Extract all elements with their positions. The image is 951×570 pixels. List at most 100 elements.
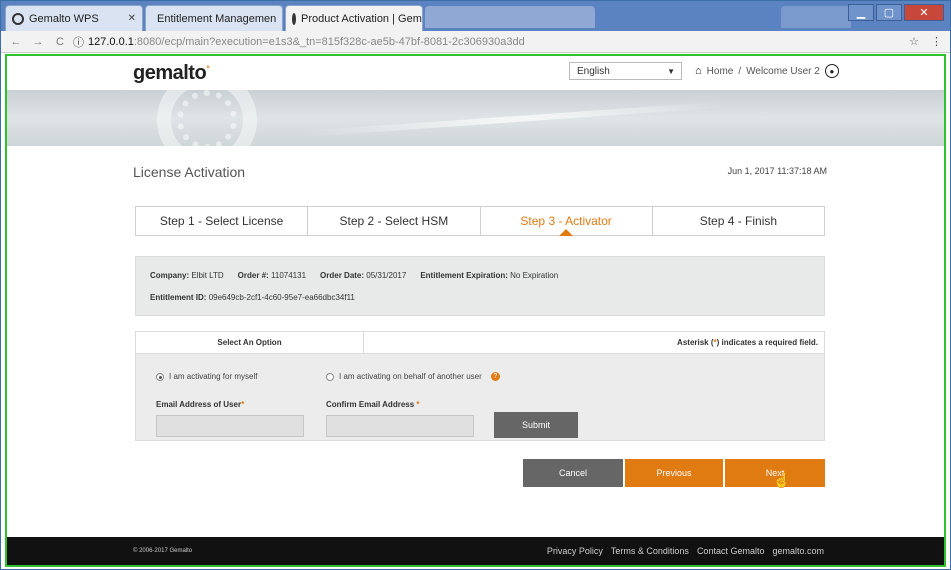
activation-options-panel: Select An Option Asterisk (*) indicates …: [135, 331, 825, 441]
expiration-info: Entitlement Expiration: No Expiration: [420, 271, 558, 280]
menu-kebab-icon[interactable]: ⋮: [931, 35, 942, 48]
page-datetime: Jun 1, 2017 11:37:18 AM: [727, 166, 827, 176]
order-label: Order #:: [237, 271, 269, 280]
reload-icon[interactable]: C: [53, 36, 67, 48]
tab-entitlement-management[interactable]: Entitlement Managemen ✕: [145, 5, 283, 31]
gemalto-favicon-icon: [12, 12, 24, 25]
required-star: *: [241, 400, 245, 409]
close-tab-icon[interactable]: ✕: [128, 13, 136, 24]
welcome-text[interactable]: Welcome User 2: [746, 66, 820, 77]
confirm-email-label: Confirm Email Address *: [326, 400, 420, 409]
tab-product-activation[interactable]: Product Activation | Gem ✕: [285, 5, 423, 31]
chevron-down-icon: ▼: [667, 66, 675, 76]
radio-activate-self[interactable]: I am activating for myself: [156, 372, 257, 381]
tab-gemalto-wps[interactable]: Gemalto WPS ✕: [5, 5, 143, 31]
url-field[interactable]: ⓘ 127.0.0.1:8080/ecp/main?execution=e1s3…: [73, 34, 525, 50]
radio-unselected-icon[interactable]: [326, 372, 334, 381]
breadcrumb-separator: /: [738, 65, 742, 77]
cancel-button[interactable]: Cancel: [523, 459, 623, 487]
back-icon[interactable]: ←: [9, 36, 23, 48]
company-label: Company:: [150, 271, 190, 280]
tab-title: Gemalto WPS: [29, 12, 99, 25]
home-link[interactable]: Home: [707, 66, 734, 77]
order-date-info: Order Date: 05/31/2017: [320, 271, 406, 280]
close-tab-icon[interactable]: ✕: [281, 13, 282, 24]
help-question-icon[interactable]: ?: [490, 372, 500, 381]
forward-icon[interactable]: →: [31, 36, 45, 48]
banner-streak-decoration: [307, 101, 727, 137]
profile-area: [781, 6, 851, 28]
email-label: Email Address of User*: [156, 400, 244, 409]
select-option-heading: Select An Option: [136, 332, 364, 353]
hero-banner: [7, 90, 944, 146]
order-date-value: 05/31/2017: [366, 271, 407, 280]
site-footer: © 2006-2017 Gemalto Privacy Policy Terms…: [7, 537, 944, 565]
footer-link-privacy[interactable]: Privacy Policy: [547, 546, 603, 556]
site-header: gemalto° English ▼ ⌂ Home / Welcome User…: [7, 56, 944, 90]
entitlement-id-value: 09e649cb-2cf1-4c60-95e7-ea66dbc34f11: [208, 293, 355, 302]
breadcrumb: ⌂ Home / Welcome User 2 ●: [695, 64, 839, 78]
order-info-panel: Company: Elbit LTD Order #: 11074131 Ord…: [135, 256, 825, 316]
home-icon[interactable]: ⌂: [695, 65, 702, 77]
bookmark-star-icon[interactable]: ☆: [909, 35, 919, 48]
language-select[interactable]: English ▼: [569, 62, 682, 80]
previous-button[interactable]: Previous: [625, 459, 723, 487]
entitlement-info: Entitlement ID: 09e649cb-2cf1-4c60-95e7-…: [150, 293, 810, 302]
tab-title: Product Activation | Gem: [301, 12, 422, 25]
banner-dots-decoration: [177, 90, 237, 146]
step-2-select-hsm[interactable]: Step 2 - Select HSM: [308, 207, 481, 235]
confirm-label-text: Confirm Email Address: [326, 400, 415, 409]
radio-self-label[interactable]: I am activating for myself: [169, 372, 257, 381]
order-info: Order #: 11074131: [238, 271, 306, 280]
tab-title: Entitlement Managemen: [157, 12, 277, 25]
email-label-text: Email Address of User: [156, 400, 242, 409]
language-value: English: [577, 65, 610, 77]
radio-other-label[interactable]: I am activating on behalf of another use…: [339, 372, 482, 381]
email-field[interactable]: [156, 415, 304, 437]
tab-strip: Gemalto WPS ✕ Entitlement Managemen ✕ Pr…: [1, 1, 950, 31]
logo-mark: °: [206, 63, 210, 74]
footer-link-site[interactable]: gemalto.com: [772, 546, 824, 556]
step-1-select-license[interactable]: Step 1 - Select License: [136, 207, 309, 235]
required-note-suffix: ) indicates a required field.: [716, 338, 818, 347]
user-avatar-icon[interactable]: ●: [824, 64, 839, 78]
footer-link-terms[interactable]: Terms & Conditions: [611, 546, 689, 556]
submit-button[interactable]: Submit: [494, 412, 578, 438]
wizard-steps: Step 1 - Select License Step 2 - Select …: [135, 206, 825, 236]
close-window-icon[interactable]: ✕: [904, 4, 944, 21]
expiration-label: Entitlement Expiration:: [420, 271, 508, 280]
gemalto-logo[interactable]: gemalto°: [133, 62, 210, 85]
radio-selected-icon[interactable]: [156, 372, 164, 381]
step-4-finish[interactable]: Step 4 - Finish: [653, 207, 824, 235]
radio-activate-other[interactable]: I am activating on behalf of another use…: [326, 372, 500, 381]
footer-link-contact[interactable]: Contact Gemalto: [697, 546, 765, 556]
entitlement-label: Entitlement ID:: [150, 293, 207, 302]
company-info: Company: Elbit LTD: [150, 271, 224, 280]
web-page: gemalto° English ▼ ⌂ Home / Welcome User…: [5, 54, 946, 567]
confirm-email-field[interactable]: [326, 415, 474, 437]
options-header: Select An Option Asterisk (*) indicates …: [136, 332, 824, 354]
order-value: 11074131: [271, 271, 307, 280]
step-3-activator[interactable]: Step 3 - Activator: [481, 207, 653, 236]
required-star: *: [416, 400, 420, 409]
new-tab-area[interactable]: [425, 6, 595, 28]
address-bar: ← → C ⓘ 127.0.0.1:8080/ecp/main?executio…: [1, 31, 950, 53]
logo-text: gemalto: [133, 62, 207, 84]
expiration-value: No Expiration: [510, 271, 559, 280]
page-title: License Activation: [133, 164, 246, 180]
footer-links: Privacy Policy Terms & Conditions Contac…: [547, 546, 824, 556]
gemalto-favicon-icon: [292, 12, 296, 25]
minimize-icon[interactable]: ▁: [848, 4, 874, 21]
url-path: :8080/ecp/main?execution=e1s3&_tn=815f32…: [133, 35, 525, 48]
order-date-label: Order Date:: [320, 271, 365, 280]
company-value: Elbit LTD: [191, 271, 224, 280]
info-icon[interactable]: ⓘ: [73, 34, 84, 50]
required-field-note: Asterisk (*) indicates a required field.: [364, 332, 824, 353]
hand-cursor-icon: ☝: [773, 472, 791, 488]
browser-window: Gemalto WPS ✕ Entitlement Managemen ✕ Pr…: [0, 0, 951, 570]
window-controls: ▁ ▢ ✕: [848, 4, 944, 21]
copyright-text: © 2006-2017 Gemalto: [133, 548, 193, 554]
url-host: 127.0.0.1: [88, 35, 134, 48]
maximize-icon[interactable]: ▢: [876, 4, 902, 21]
required-note-prefix: Asterisk (: [677, 338, 714, 347]
